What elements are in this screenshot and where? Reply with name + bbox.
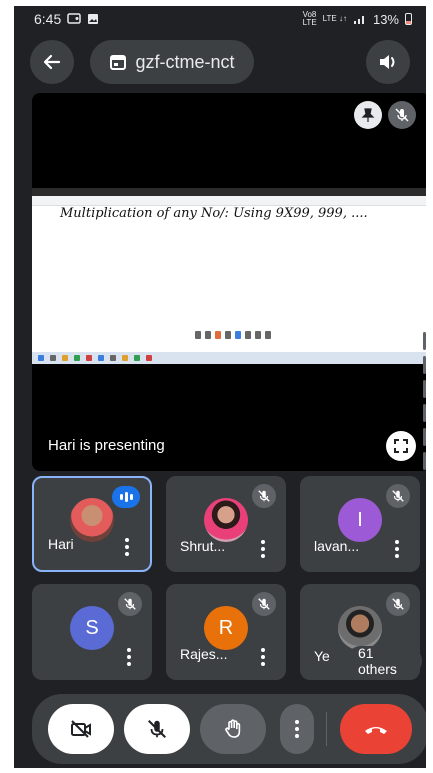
- participant-tile-s[interactable]: S: [32, 584, 152, 680]
- call-controls: [32, 694, 426, 764]
- mic-off-badge: [252, 484, 276, 508]
- shared-taskbar: [32, 352, 426, 364]
- hang-up-icon: [365, 727, 387, 734]
- presentation-view[interactable]: Multiplication of any No/: Using 9X99, 9…: [32, 93, 426, 471]
- scroll-track-mark: [423, 332, 426, 350]
- participant-tile-hari[interactable]: Hari: [32, 476, 152, 572]
- mic-off-icon: [392, 490, 404, 502]
- participant-name: lavan...: [314, 538, 360, 554]
- mic-off-badge: [386, 484, 410, 508]
- scroll-thumb[interactable]: [422, 306, 426, 326]
- signal-icon: [353, 16, 364, 24]
- avatar-initial: I: [357, 508, 363, 531]
- cast-icon: [67, 13, 81, 24]
- presenter-mic-status: [388, 101, 416, 129]
- avatar: [338, 606, 382, 651]
- camera-toggle-button[interactable]: [48, 704, 114, 754]
- avatar: R: [204, 606, 248, 651]
- avatar: [70, 498, 114, 543]
- battery-icon: [405, 13, 412, 25]
- mic-off-badge: [386, 592, 410, 616]
- shared-window-tabbar: [32, 196, 426, 206]
- mic-off-badge: [118, 592, 142, 616]
- mic-off-icon: [258, 598, 270, 610]
- avatar-initial: S: [85, 616, 99, 639]
- participant-tile-shrut[interactable]: Shrut...: [166, 476, 286, 572]
- avatar: I: [338, 498, 382, 543]
- participant-name: Rajes...: [180, 646, 228, 662]
- calendar-icon: [110, 55, 127, 70]
- camera-off-icon: [71, 720, 91, 738]
- mic-off-icon: [395, 108, 409, 122]
- mic-toggle-button[interactable]: [124, 704, 190, 754]
- participant-menu-button[interactable]: [394, 540, 400, 558]
- lte-signal-label: LTE ↓↑: [322, 14, 347, 23]
- whiteboard-toolbar: [188, 328, 278, 342]
- audio-output-button[interactable]: [366, 40, 410, 84]
- scroll-track-mark: [423, 380, 426, 398]
- pin-button[interactable]: [354, 101, 382, 129]
- avatar-initial: R: [218, 616, 234, 639]
- speaker-icon: [380, 55, 395, 69]
- meeting-code: gzf-ctme-nct: [135, 51, 235, 72]
- status-time: 6:45: [34, 11, 62, 27]
- participant-name: Shrut...: [180, 538, 226, 554]
- meet-screen: 6:45 Vo8 LTE LTE ↓↑ 13% gzf-ctme-nct Mul…: [14, 6, 426, 768]
- scroll-track-mark: [423, 356, 426, 374]
- more-options-button[interactable]: [280, 704, 314, 754]
- whiteboard-text: Multiplication of any No/: Using 9X99, 9…: [60, 206, 368, 221]
- leave-call-button[interactable]: [340, 704, 412, 754]
- participant-menu-button[interactable]: [126, 648, 132, 666]
- mic-off-icon: [392, 598, 404, 610]
- fullscreen-button[interactable]: [386, 431, 416, 461]
- participant-menu-button[interactable]: [124, 538, 130, 556]
- scroll-track-mark: [423, 428, 426, 446]
- shared-screen: Multiplication of any No/: Using 9X99, 9…: [32, 188, 426, 364]
- mic-off-icon: [124, 598, 136, 610]
- presenting-label: Hari is presenting: [48, 437, 165, 454]
- status-bar: 6:45 Vo8 LTE LTE ↓↑ 13%: [14, 6, 426, 32]
- mic-off-icon: [258, 490, 270, 502]
- raise-hand-icon: [225, 719, 241, 738]
- participant-tile-lavan[interactable]: I lavan...: [300, 476, 420, 572]
- raise-hand-button[interactable]: [200, 704, 266, 754]
- meeting-code-button[interactable]: gzf-ctme-nct: [90, 40, 254, 84]
- participant-name: Hari: [48, 536, 74, 552]
- participant-menu-button[interactable]: [260, 648, 266, 666]
- shared-window-titlebar: [32, 188, 426, 196]
- volte-indicator: Vo8 LTE: [303, 11, 317, 27]
- pin-icon: [361, 108, 375, 122]
- participant-menu-button[interactable]: [260, 540, 266, 558]
- scroll-track-mark: [423, 452, 426, 470]
- lte-label: LTE: [302, 18, 317, 27]
- gallery-icon: [88, 14, 99, 24]
- others-count-chip[interactable]: 61 others: [348, 645, 420, 677]
- back-button[interactable]: [30, 40, 74, 84]
- mic-off-icon: [148, 720, 166, 738]
- participant-name: Ye: [314, 648, 330, 664]
- mic-off-badge: [252, 592, 276, 616]
- participant-tile-others[interactable]: Ye 61 others: [300, 584, 420, 680]
- scroll-track-mark: [423, 404, 426, 422]
- participant-tile-rajes[interactable]: R Rajes...: [166, 584, 286, 680]
- avatar: S: [70, 606, 114, 651]
- speaking-indicator: [112, 486, 140, 508]
- controls-divider: [326, 712, 327, 746]
- fullscreen-icon: [394, 439, 408, 453]
- avatar: [204, 498, 248, 543]
- battery-percent: 13%: [372, 11, 399, 27]
- arrow-left-icon: [43, 54, 61, 70]
